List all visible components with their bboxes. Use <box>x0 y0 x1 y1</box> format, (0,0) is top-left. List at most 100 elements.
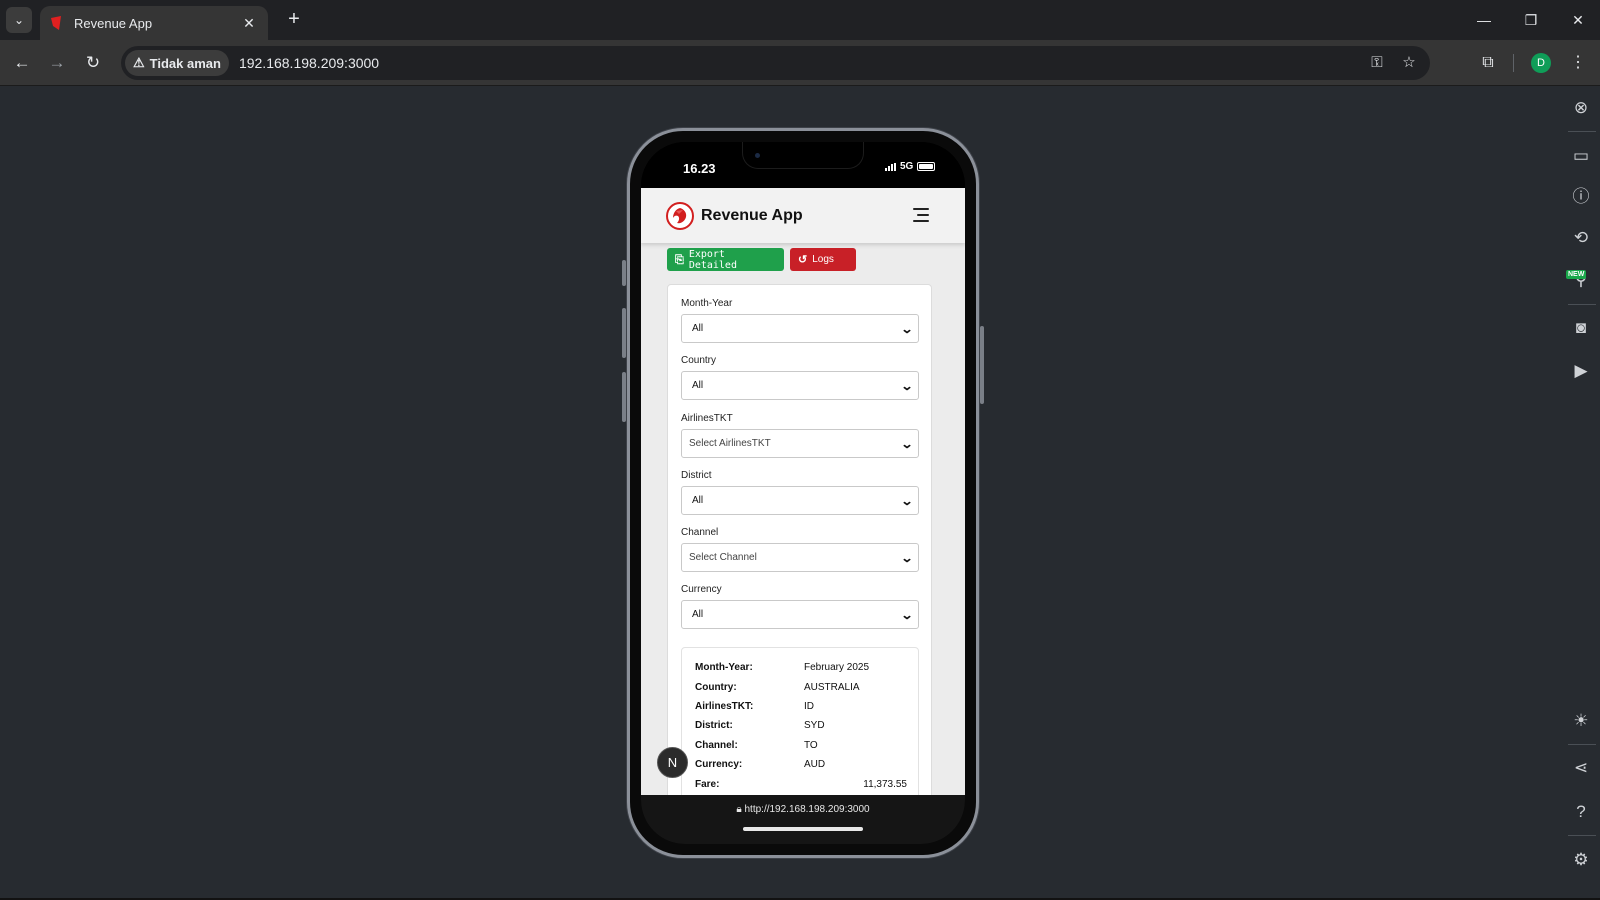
channel-select[interactable]: Select Channel ⌄ <box>681 543 919 572</box>
chevron-down-icon: ⌄ <box>900 378 914 393</box>
field-label: Currency <box>681 584 722 595</box>
filter-card: Month-Year All ⌄ Country All ⌄ AirlinesT… <box>667 284 932 795</box>
select-value: Select AirlinesTKT <box>689 438 771 449</box>
filter-month-year: Month-Year All ⌄ <box>681 298 919 343</box>
arrow-left-icon: ← <box>13 53 31 72</box>
phone-mute-switch <box>622 260 626 286</box>
restore-button[interactable]: ❐ <box>1509 6 1553 34</box>
chevron-down-icon: ⌄ <box>900 607 914 622</box>
file-export-icon: ⎘ <box>675 252 684 266</box>
forward-button[interactable]: → <box>44 50 70 76</box>
toolbar-divider <box>1513 54 1514 72</box>
tab-revenue-app[interactable]: Revenue App ✕ <box>40 6 268 40</box>
close-window-button[interactable]: ✕ <box>1556 6 1600 34</box>
browser-toolbar: ← → ↻ ⚠ Tidak aman 192.168.198.209:3000 … <box>0 40 1600 86</box>
summary-row: Month-Year: February 2025 <box>695 662 907 676</box>
logs-label: Logs <box>812 254 834 265</box>
select-value: All <box>692 323 704 334</box>
emulator-tool-rail: ⊗ ▭ ⓘ ⟲ ⚲ ◙ ▶ ☀ ⋖ ? ⚙ <box>1562 86 1600 900</box>
phone-volume-down <box>622 372 626 422</box>
rotate-icon[interactable]: ⟲ <box>1569 226 1593 250</box>
logs-button[interactable]: ↺ Logs <box>790 248 856 271</box>
network-label: 5G <box>900 161 914 172</box>
brightness-icon[interactable]: ☀ <box>1569 709 1593 733</box>
help-icon[interactable]: ? <box>1569 800 1593 824</box>
tab-search-button[interactable]: ⌄ <box>6 7 32 33</box>
url-text[interactable]: 192.168.198.209:3000 <box>239 55 379 71</box>
favicon-icon <box>50 16 64 30</box>
app-page: Revenue App ⎘ Export Detailed ↺ Logs Mon… <box>641 188 965 795</box>
brand-logo-icon[interactable] <box>666 201 694 230</box>
security-label: Tidak aman <box>149 55 221 71</box>
info-icon[interactable]: ⓘ <box>1569 185 1593 209</box>
arrow-right-icon: → <box>48 53 66 72</box>
bookmark-star-icon[interactable]: ☆ <box>1398 52 1420 74</box>
dev-tools-badge[interactable]: N <box>657 747 688 778</box>
filter-airlinestkt: AirlinesTKT Select AirlinesTKT ⌄ <box>681 413 919 458</box>
summary-value: AUD <box>804 759 826 770</box>
profile-avatar[interactable]: D <box>1531 53 1551 73</box>
filter-country: Country All ⌄ <box>681 355 919 400</box>
district-select[interactable]: All ⌄ <box>681 486 919 515</box>
new-tab-button[interactable]: + <box>282 8 306 32</box>
lock-icon: 🔒︎ <box>736 804 742 815</box>
select-value: All <box>692 609 704 620</box>
select-value: All <box>692 380 704 391</box>
phone-status-bar: 16.23 5G <box>641 142 965 188</box>
camera-icon[interactable]: ◙ <box>1569 316 1593 340</box>
menu-kebab-icon[interactable]: ⋮ <box>1566 51 1590 75</box>
summary-key: Month-Year: <box>695 662 753 673</box>
month-year-select[interactable]: All ⌄ <box>681 314 919 343</box>
mobile-url-text: http://192.168.198.209:3000 <box>744 804 870 815</box>
hamburger-menu-icon[interactable] <box>913 208 929 222</box>
country-select[interactable]: All ⌄ <box>681 371 919 400</box>
chevron-down-icon: ⌄ <box>900 321 914 336</box>
chevron-down-icon: ⌄ <box>900 550 914 565</box>
summary-value: TO <box>804 740 818 751</box>
filter-district: District All ⌄ <box>681 470 919 515</box>
tab-strip: ⌄ Revenue App ✕ + — ❐ ✕ <box>0 0 1600 40</box>
export-detailed-button[interactable]: ⎘ Export Detailed <box>667 248 784 271</box>
tab-close-icon[interactable]: ✕ <box>240 15 258 32</box>
summary-row: Channel: TO <box>695 740 907 754</box>
summary-value: SYD <box>804 720 825 731</box>
mobile-url[interactable]: 🔒︎ http://192.168.198.209:3000 <box>641 804 965 815</box>
airlinestkt-select[interactable]: Select AirlinesTKT ⌄ <box>681 429 919 458</box>
summary-row: AirlinesTKT: ID <box>695 701 907 715</box>
chevron-down-icon: ⌄ <box>900 493 914 508</box>
video-icon[interactable]: ▶ <box>1569 359 1593 383</box>
mobile-url-bar: 🔒︎ http://192.168.198.209:3000 <box>641 795 965 844</box>
settings-icon[interactable]: ⚙ <box>1569 848 1593 872</box>
minimize-button[interactable]: — <box>1462 6 1506 34</box>
address-bar[interactable]: ⚠ Tidak aman 192.168.198.209:3000 ⚿ ☆ <box>121 46 1430 80</box>
back-button[interactable]: ← <box>9 50 35 76</box>
rail-divider <box>1568 744 1596 745</box>
history-icon: ↺ <box>798 254 808 266</box>
phone-frame: 16.23 5G Revenue App ⎘ Export Detailed ↺… <box>627 128 979 858</box>
phone-power-button <box>980 326 984 404</box>
field-label: Channel <box>681 527 719 538</box>
chevron-down-icon: ⌄ <box>900 436 914 451</box>
summary-value: 11,373.55 <box>863 779 907 790</box>
filter-channel: Channel Select Channel ⌄ <box>681 527 919 572</box>
share-icon[interactable]: ⋖ <box>1569 756 1593 780</box>
signal-icon <box>885 162 896 171</box>
status-time: 16.23 <box>683 161 716 176</box>
tab-title: Revenue App <box>74 15 153 31</box>
reload-button[interactable]: ↻ <box>80 50 106 76</box>
export-label: Export Detailed <box>688 248 737 271</box>
summary-row: Country: AUSTRALIA <box>695 682 907 696</box>
site-security-chip[interactable]: ⚠ Tidak aman <box>125 50 229 76</box>
summary-key: Country: <box>695 682 737 693</box>
extensions-icon[interactable]: ⧉ <box>1476 51 1500 75</box>
brand-name[interactable]: Revenue App <box>701 207 803 225</box>
close-icon[interactable]: ⊗ <box>1569 96 1593 120</box>
key-icon[interactable]: ⚿ <box>1366 52 1388 74</box>
devices-icon[interactable]: ▭ <box>1569 144 1593 168</box>
currency-select[interactable]: All ⌄ <box>681 600 919 629</box>
field-label: District <box>681 470 712 481</box>
filter-currency: Currency All ⌄ <box>681 584 919 629</box>
summary-row: District: SYD <box>695 720 907 734</box>
summary-value: ID <box>804 701 814 712</box>
summary-row: Fare: 11,373.55 <box>695 779 907 793</box>
